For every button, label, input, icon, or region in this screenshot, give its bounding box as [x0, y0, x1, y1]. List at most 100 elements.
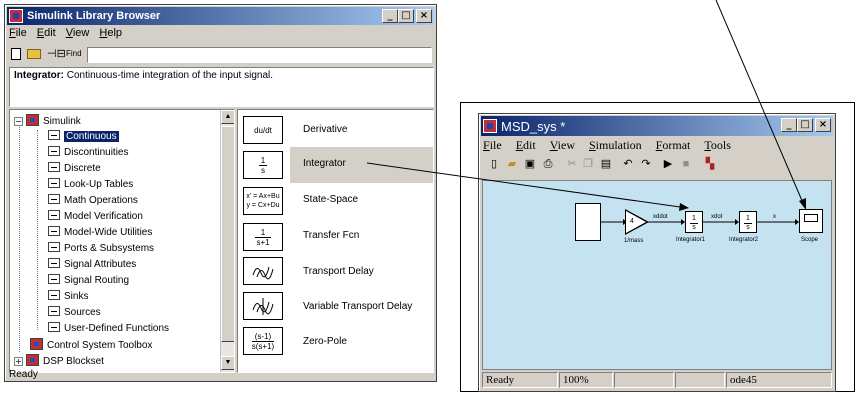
- menu-view[interactable]: View: [66, 27, 90, 39]
- tree-item-continuous[interactable]: Continuous: [48, 130, 119, 142]
- scroll-down-button[interactable]: ▼: [221, 356, 234, 370]
- redo-icon[interactable]: ↷: [638, 156, 654, 172]
- model-menu-edit[interactable]: Edit: [516, 138, 536, 153]
- tree-item-control-system-toolbox[interactable]: Control System Toolbox: [30, 338, 152, 351]
- zero-pole-block-name[interactable]: Zero-Pole: [303, 336, 347, 347]
- tree-item-signal-attributes[interactable]: Signal Attributes: [48, 258, 136, 270]
- find-input[interactable]: [87, 47, 432, 63]
- tree-item-dsp-blockset[interactable]: + DSP Blockset: [14, 354, 104, 367]
- transfer-fcn-block-icon[interactable]: 1 s+1: [243, 223, 283, 251]
- sublibrary-icon: [48, 290, 60, 300]
- model-close-button[interactable]: ×: [815, 118, 831, 132]
- tree-item-math-operations[interactable]: Math Operations: [48, 194, 138, 206]
- input-mux-block[interactable]: [575, 203, 601, 241]
- model-titlebar[interactable]: MSD_sys * _ □ ×: [481, 116, 833, 136]
- menu-edit[interactable]: Edit: [37, 27, 56, 39]
- gain-label: 1/mass: [624, 238, 644, 244]
- sublibrary-icon: [48, 178, 60, 188]
- model-canvas[interactable]: 4 1/mass 1s Integrator1 1s Integrator2 S…: [482, 180, 832, 370]
- integrator1-block[interactable]: 1s: [685, 211, 703, 233]
- undo-icon[interactable]: ↶: [620, 156, 636, 172]
- model-status-ready: Ready: [482, 372, 558, 388]
- scope-block[interactable]: [799, 209, 823, 233]
- state-space-block-icon[interactable]: x' = Ax+Bu y = Cx+Du: [243, 187, 283, 215]
- signal-label-x: x: [773, 214, 776, 220]
- model-status-empty1: [614, 372, 674, 388]
- integrator-block-icon[interactable]: 1s: [243, 151, 283, 179]
- tree-item-sources[interactable]: Sources: [48, 306, 101, 318]
- derivative-block-name[interactable]: Derivative: [303, 124, 347, 135]
- model-menu-format[interactable]: Format: [656, 138, 691, 153]
- tree-item-model-verification[interactable]: Model Verification: [48, 210, 143, 222]
- new-model-icon[interactable]: [11, 48, 21, 60]
- sublibrary-icon: [48, 194, 60, 204]
- menu-help[interactable]: Help: [99, 27, 122, 39]
- transfer-fcn-block-name[interactable]: Transfer Fcn: [303, 230, 359, 241]
- sublibrary-icon: [48, 226, 60, 236]
- simulink-app-icon: [9, 9, 23, 23]
- expand-icon[interactable]: +: [14, 357, 23, 366]
- close-button[interactable]: ×: [416, 9, 432, 23]
- sublibrary-icon: [48, 146, 60, 156]
- model-maximize-button[interactable]: □: [797, 118, 813, 132]
- zero-pole-block-icon[interactable]: (s-1) s(s+1): [243, 327, 283, 355]
- minimize-button[interactable]: _: [382, 9, 398, 23]
- library-browser-title: Simulink Library Browser: [27, 10, 161, 22]
- menu-file[interactable]: File: [9, 27, 27, 39]
- model-minimize-button[interactable]: _: [781, 118, 797, 132]
- variable-transport-delay-icon[interactable]: [243, 292, 283, 320]
- save-icon[interactable]: ▣: [522, 156, 538, 172]
- cut-icon[interactable]: ✂: [564, 156, 580, 172]
- maximize-button[interactable]: □: [398, 9, 414, 23]
- tree-item-signal-routing[interactable]: Signal Routing: [48, 274, 129, 286]
- model-menu-file[interactable]: File: [483, 138, 502, 153]
- tree-item-user-defined-functions[interactable]: User-Defined Functions: [48, 322, 169, 334]
- tree-item-discrete[interactable]: Discrete: [48, 162, 101, 174]
- open-folder-icon[interactable]: [27, 49, 41, 59]
- signal-label-xddot: xddot: [653, 214, 668, 220]
- scope-label: Scope: [801, 237, 819, 243]
- model-title: MSD_sys *: [501, 118, 566, 134]
- model-menu-view[interactable]: View: [550, 138, 575, 153]
- sublibrary-icon: [48, 242, 60, 252]
- transport-delay-block-name[interactable]: Transport Delay: [303, 266, 374, 277]
- derivative-block-icon[interactable]: du/dt: [243, 116, 283, 144]
- collapse-icon[interactable]: −: [14, 117, 23, 126]
- state-space-block-name[interactable]: State-Space: [303, 194, 358, 205]
- tree-item-lookup-tables[interactable]: Look-Up Tables: [48, 178, 133, 190]
- integrator2-block[interactable]: 1s: [739, 211, 757, 233]
- copy-icon[interactable]: ❐: [580, 156, 596, 172]
- library-browser-icon[interactable]: ▚: [702, 156, 718, 172]
- library-icon: [26, 114, 39, 126]
- library-browser-titlebar[interactable]: Simulink Library Browser _ □ ×: [7, 7, 434, 25]
- tree-item-model-wide-utilities[interactable]: Model-Wide Utilities: [48, 226, 152, 238]
- description-block-name: Integrator:: [14, 70, 64, 81]
- model-window: MSD_sys * _ □ × File Edit View Simulatio…: [478, 113, 836, 392]
- model-menu-simulation[interactable]: Simulation: [589, 138, 642, 153]
- find-icon[interactable]: ⊣⊟: [47, 49, 66, 60]
- tree-item-ports-subsystems[interactable]: Ports & Subsystems: [48, 242, 154, 254]
- variable-transport-delay-block-name[interactable]: Variable Transport Delay: [303, 301, 412, 312]
- start-simulation-icon[interactable]: ▶: [660, 156, 676, 172]
- new-icon[interactable]: ▯: [486, 156, 502, 172]
- library-browser-window: Simulink Library Browser _ □ × File Edit…: [4, 4, 437, 382]
- find-label[interactable]: Find: [66, 49, 82, 58]
- tree-item-discontinuities[interactable]: Discontinuities: [48, 146, 128, 158]
- tree-scrollbar[interactable]: ▲ ▼: [220, 110, 234, 372]
- print-icon[interactable]: ⎙: [540, 156, 556, 172]
- scroll-up-button[interactable]: ▲: [221, 110, 234, 124]
- paste-icon[interactable]: ▤: [598, 156, 614, 172]
- scroll-thumb[interactable]: [221, 126, 234, 342]
- integrator-block-name[interactable]: Integrator: [303, 158, 346, 169]
- model-menu-tools[interactable]: Tools: [704, 138, 731, 153]
- tree-item-sinks[interactable]: Sinks: [48, 290, 88, 302]
- stop-simulation-icon[interactable]: ■: [678, 156, 694, 172]
- sublibrary-icon: [48, 210, 60, 220]
- model-app-icon: [483, 119, 497, 133]
- tree-item-simulink[interactable]: − Simulink: [14, 114, 81, 127]
- scope-screen-icon: [804, 214, 818, 222]
- sublibrary-icon: [48, 322, 60, 332]
- description-pane: Integrator: Continuous-time integration …: [9, 67, 434, 107]
- open-icon[interactable]: ▰: [504, 156, 520, 172]
- transport-delay-icon[interactable]: [243, 257, 283, 285]
